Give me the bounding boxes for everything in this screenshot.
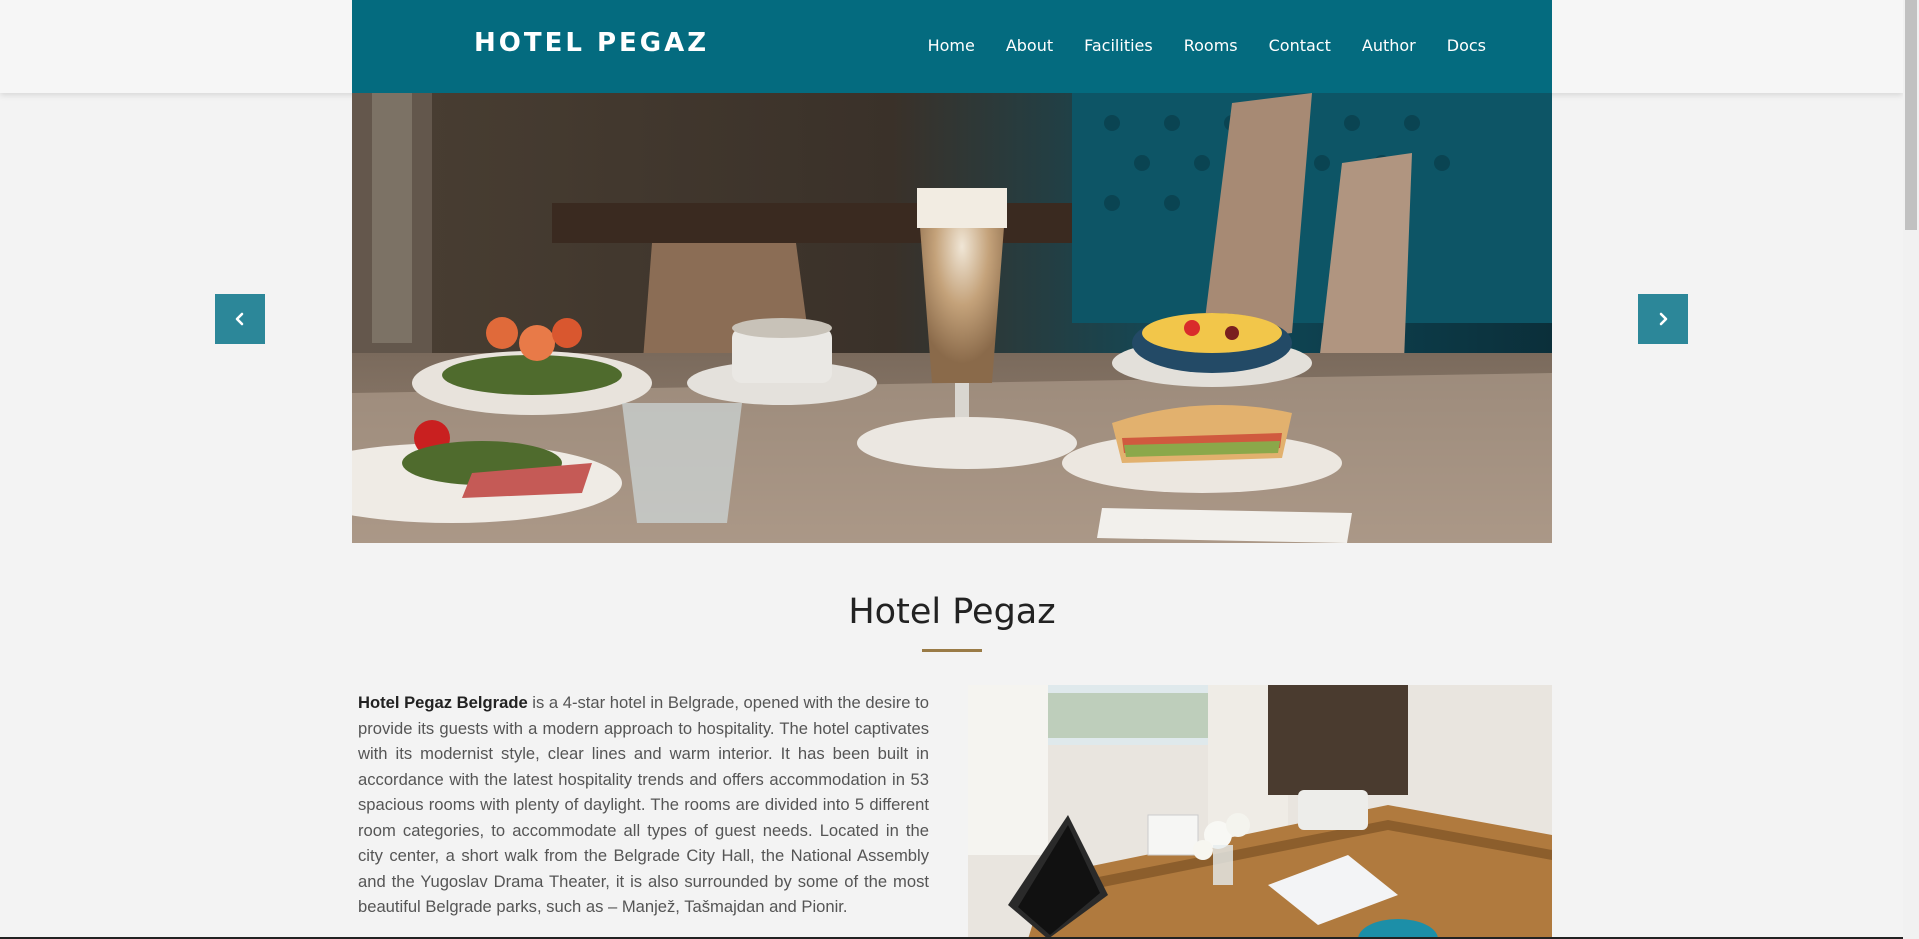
main-nav: Home About Facilities Rooms Contact Auth… bbox=[928, 36, 1486, 55]
nav-author[interactable]: Author bbox=[1362, 36, 1416, 55]
page-scrollbar[interactable] bbox=[1903, 0, 1919, 939]
hero-slide-image bbox=[352, 93, 1552, 543]
slider-prev-button[interactable] bbox=[215, 294, 265, 344]
room-desk-image bbox=[968, 685, 1552, 939]
section-title: Hotel Pegaz bbox=[848, 592, 1056, 632]
chevron-right-icon bbox=[1659, 312, 1668, 326]
about-paragraph: Hotel Pegaz Belgrade is a 4-star hotel i… bbox=[358, 690, 929, 920]
nav-about[interactable]: About bbox=[1006, 36, 1053, 55]
nav-contact[interactable]: Contact bbox=[1269, 36, 1331, 55]
nav-docs[interactable]: Docs bbox=[1447, 36, 1486, 55]
site-logo[interactable]: HOTEL PEGAZ bbox=[474, 28, 709, 58]
title-underline bbox=[922, 649, 982, 652]
chevron-left-icon bbox=[235, 312, 244, 326]
slider-next-button[interactable] bbox=[1638, 294, 1688, 344]
about-lead: Hotel Pegaz Belgrade bbox=[358, 693, 528, 712]
nav-facilities[interactable]: Facilities bbox=[1084, 36, 1153, 55]
about-body: is a 4-star hotel in Belgrade, opened wi… bbox=[358, 693, 929, 916]
site-header: HOTEL PEGAZ Home About Facilities Rooms … bbox=[352, 0, 1552, 93]
scrollbar-thumb[interactable] bbox=[1905, 0, 1917, 230]
nav-rooms[interactable]: Rooms bbox=[1184, 36, 1238, 55]
nav-home[interactable]: Home bbox=[928, 36, 975, 55]
